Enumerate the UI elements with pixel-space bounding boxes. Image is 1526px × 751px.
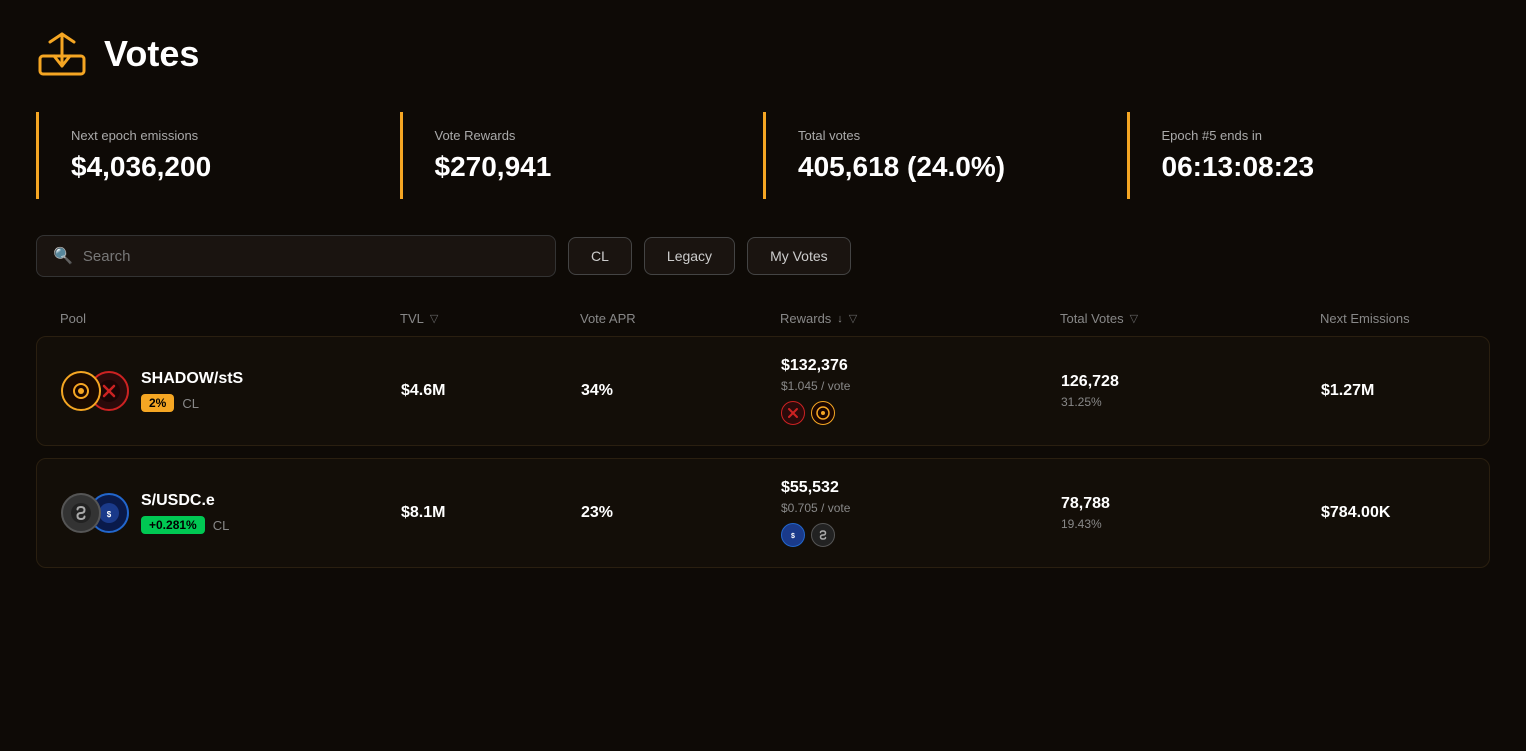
col-next-emissions: Next Emissions bbox=[1320, 311, 1466, 326]
total-votes-value: 405,618 (24.0%) bbox=[798, 151, 1095, 183]
pool-icons-2: $ bbox=[61, 491, 129, 535]
cl-filter-button[interactable]: CL bbox=[568, 237, 632, 275]
tag-badge-1: 2% bbox=[141, 394, 174, 412]
reward-amount-2: $55,532 bbox=[781, 479, 1061, 497]
reward-tokens-2: $ bbox=[781, 523, 1061, 547]
rewards-cell-1: $132,376 $1.045 / vote bbox=[781, 357, 1061, 425]
next-epoch-value: $4,036,200 bbox=[71, 151, 368, 183]
epoch-value: 06:13:08:23 bbox=[1162, 151, 1459, 183]
rewards-filter-icon[interactable]: ▽ bbox=[849, 312, 857, 325]
vote-rewards-value: $270,941 bbox=[435, 151, 732, 183]
reward-shadow-icon bbox=[811, 401, 835, 425]
tvl-2: $8.1M bbox=[401, 504, 581, 522]
filter-row: 🔍 CL Legacy My Votes bbox=[36, 235, 1490, 277]
votes-pct-1: 31.25% bbox=[1061, 395, 1321, 409]
stat-epoch: Epoch #5 ends in 06:13:08:23 bbox=[1127, 112, 1491, 199]
stat-total-votes: Total votes 405,618 (24.0%) bbox=[763, 112, 1127, 199]
reward-per-vote-1: $1.045 / vote bbox=[781, 379, 1061, 393]
votes-pct-2: 19.43% bbox=[1061, 517, 1321, 531]
page-header: Votes bbox=[36, 28, 1490, 80]
legacy-filter-button[interactable]: Legacy bbox=[644, 237, 735, 275]
next-emissions-1: $1.27M bbox=[1321, 382, 1465, 400]
vote-rewards-label: Vote Rewards bbox=[435, 128, 732, 143]
col-vote-apr: Vote APR bbox=[580, 311, 780, 326]
vote-apr-2: 23% bbox=[581, 504, 781, 522]
pool-table: Pool TVL ▽ Vote APR Rewards ↓ ▽ Total Vo… bbox=[36, 301, 1490, 568]
total-votes-cell-2: 78,788 19.43% bbox=[1061, 495, 1321, 531]
next-emissions-2: $784.00K bbox=[1321, 504, 1465, 522]
votes-count-1: 126,728 bbox=[1061, 373, 1321, 391]
tvl-1: $4.6M bbox=[401, 382, 581, 400]
page-title: Votes bbox=[104, 33, 199, 75]
tag-badge-2: +0.281% bbox=[141, 516, 205, 534]
search-icon: 🔍 bbox=[53, 246, 73, 266]
col-total-votes: Total Votes ▽ bbox=[1060, 311, 1320, 326]
stat-vote-rewards: Vote Rewards $270,941 bbox=[400, 112, 764, 199]
col-pool: Pool bbox=[60, 311, 400, 326]
s-token-icon bbox=[61, 493, 101, 533]
reward-amount-1: $132,376 bbox=[781, 357, 1061, 375]
total-votes-label: Total votes bbox=[798, 128, 1095, 143]
table-header: Pool TVL ▽ Vote APR Rewards ↓ ▽ Total Vo… bbox=[36, 301, 1490, 336]
pool-info-1: SHADOW/stS 2% CL bbox=[141, 370, 243, 412]
stats-row: Next epoch emissions $4,036,200 Vote Rew… bbox=[36, 112, 1490, 199]
total-votes-filter-icon[interactable]: ▽ bbox=[1130, 312, 1138, 325]
reward-usdc-icon: $ bbox=[781, 523, 805, 547]
epoch-label: Epoch #5 ends in bbox=[1162, 128, 1459, 143]
table-row: $ S/USDC.e +0.281% CL $8.1M 23% $55 bbox=[36, 458, 1490, 568]
tag-cl-1: CL bbox=[182, 396, 199, 411]
total-votes-cell-1: 126,728 31.25% bbox=[1061, 373, 1321, 409]
svg-text:$: $ bbox=[791, 533, 795, 540]
col-tvl: TVL ▽ bbox=[400, 311, 580, 326]
reward-s-icon bbox=[811, 523, 835, 547]
stat-next-epoch: Next epoch emissions $4,036,200 bbox=[36, 112, 400, 199]
pool-icons-1 bbox=[61, 369, 129, 413]
pool-name-2: S/USDC.e bbox=[141, 492, 229, 510]
table-row: SHADOW/stS 2% CL $4.6M 34% $132,376 $1.0… bbox=[36, 336, 1490, 446]
search-input[interactable] bbox=[83, 248, 539, 265]
next-epoch-label: Next epoch emissions bbox=[71, 128, 368, 143]
vote-apr-1: 34% bbox=[581, 382, 781, 400]
votes-count-2: 78,788 bbox=[1061, 495, 1321, 513]
search-box[interactable]: 🔍 bbox=[36, 235, 556, 277]
my-votes-filter-button[interactable]: My Votes bbox=[747, 237, 851, 275]
pool-tags-1: 2% CL bbox=[141, 394, 243, 412]
pool-name-1: SHADOW/stS bbox=[141, 370, 243, 388]
svg-text:$: $ bbox=[107, 510, 112, 519]
tvl-filter-icon[interactable]: ▽ bbox=[430, 312, 438, 325]
col-rewards: Rewards ↓ ▽ bbox=[780, 311, 1060, 326]
rewards-sort-icon[interactable]: ↓ bbox=[837, 313, 843, 325]
shadow-token-icon bbox=[61, 371, 101, 411]
pool-info-2: S/USDC.e +0.281% CL bbox=[141, 492, 229, 534]
tag-cl-2: CL bbox=[213, 518, 230, 533]
votes-icon bbox=[36, 28, 88, 80]
pool-cell-1: SHADOW/stS 2% CL bbox=[61, 369, 401, 413]
rewards-cell-2: $55,532 $0.705 / vote $ bbox=[781, 479, 1061, 547]
pool-tags-2: +0.281% CL bbox=[141, 516, 229, 534]
reward-per-vote-2: $0.705 / vote bbox=[781, 501, 1061, 515]
pool-cell-2: $ S/USDC.e +0.281% CL bbox=[61, 491, 401, 535]
reward-sts-icon bbox=[781, 401, 805, 425]
page-container: Votes Next epoch emissions $4,036,200 Vo… bbox=[0, 0, 1526, 608]
reward-tokens-1 bbox=[781, 401, 1061, 425]
